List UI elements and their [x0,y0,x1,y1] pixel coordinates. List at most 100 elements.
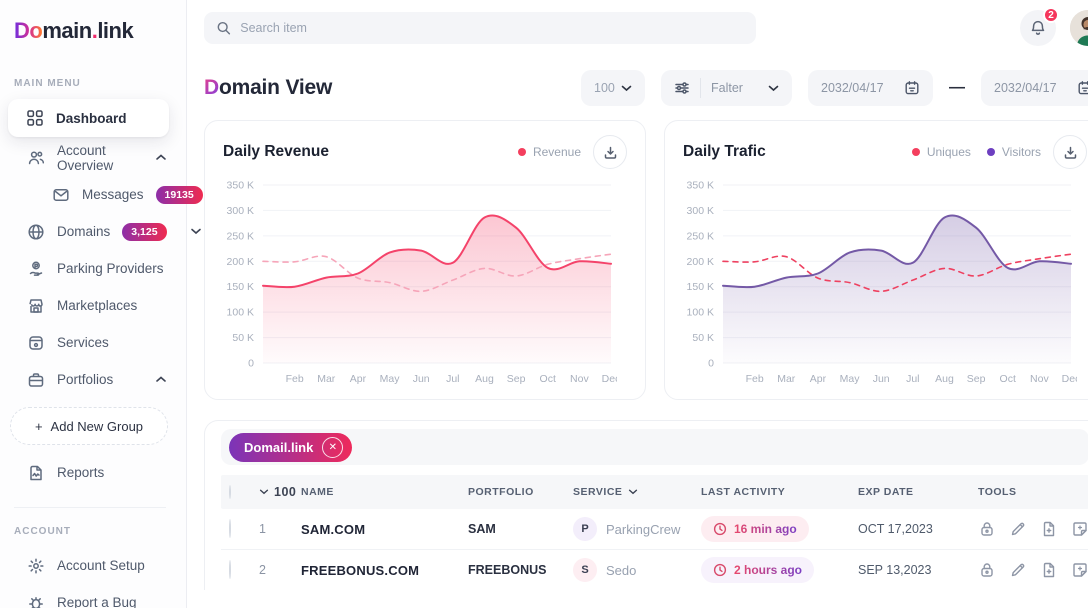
domains-count-badge: 3,125 [122,223,166,241]
row-number: 1 [259,522,301,536]
chevron-up-icon [152,376,170,383]
domain-name: FREEBONUS.COM [301,563,468,578]
date-from-picker[interactable]: 2032/04/17 [808,70,933,106]
select-all-checkbox[interactable] [229,485,231,499]
sidebar-item-label: Marketplaces [57,298,137,313]
svg-text:Sep: Sep [507,373,526,385]
bell-icon [1029,19,1047,37]
main-content: 2 Domain View 100 Falter [187,0,1088,608]
svg-text:Apr: Apr [810,373,827,385]
lock-icon[interactable] [978,561,996,579]
legend-dot [518,148,526,156]
legend-item: Visitors [987,145,1041,159]
lock-icon[interactable] [978,520,996,538]
download-icon [603,145,618,160]
download-button[interactable] [1053,135,1087,169]
briefcase-icon [27,371,45,389]
page-title-text: omain View [219,76,332,99]
sidebar-item-reports[interactable]: Reports [0,454,186,491]
row-tools [978,520,1088,538]
search-bar[interactable] [204,12,756,44]
count-header-label: 100 [274,485,296,499]
notifications-button[interactable]: 2 [1020,10,1056,46]
sidebar-item-domains[interactable]: Domains 3,125 [0,213,186,250]
service-header-label: SERVICE [573,486,622,498]
plus-icon: + [35,419,43,434]
sidebar-item-label: Dashboard [56,111,127,126]
edit-icon[interactable] [1009,520,1027,538]
bug-icon [27,594,45,608]
sidebar-item-account-overview[interactable]: Account Overview [0,139,186,176]
service-initial-badge: P [573,517,597,541]
sidebar-item-parking-providers[interactable]: Parking Providers [0,250,186,287]
last-activity-header: LAST ACTIVITY [701,486,858,498]
service-value: S Sedo [573,558,701,582]
svg-text:50 K: 50 K [232,332,254,344]
brand-logo: Domain.link [0,14,186,44]
svg-text:May: May [840,373,861,385]
row-checkbox[interactable] [229,519,231,538]
sidebar-item-label: Account Overview [57,143,140,173]
table-row[interactable]: 1 SAM.COM SAM P ParkingCrew 16 min ago O… [221,509,1088,550]
mail-icon [52,186,70,204]
service-name: ParkingCrew [606,522,680,537]
portfolio-header: PORTFOLIO [468,486,573,498]
download-button[interactable] [593,135,627,169]
last-activity-text: 2 hours ago [734,563,802,577]
logo-suffix: link [97,18,133,43]
note-add-icon[interactable] [1071,520,1088,538]
file-add-icon[interactable] [1040,520,1058,538]
sidebar-item-portfolios[interactable]: Portfolios [0,361,186,398]
note-add-icon[interactable] [1071,561,1088,579]
calendar-icon [1077,80,1088,96]
svg-text:Mar: Mar [317,373,336,385]
service-header[interactable]: SERVICE [573,486,701,498]
page-size-select[interactable]: 100 [581,70,645,106]
sidebar-item-label: Parking Providers [57,261,164,276]
globe-icon [27,223,45,241]
page-header: Domain View 100 Falter 2032/04/17 — [204,70,1088,106]
grid-icon [26,109,44,127]
parking-icon [27,260,45,278]
row-checkbox[interactable] [229,560,231,579]
filter-select[interactable]: Falter [661,70,792,106]
logo-gradient-text: Do [14,18,42,43]
exp-date-value: OCT 17,2023 [858,522,978,536]
sidebar-item-account-setup[interactable]: Account Setup [0,547,186,584]
svg-text:150 K: 150 K [227,281,254,293]
date-from-value: 2032/04/17 [821,81,884,95]
svg-text:Nov: Nov [570,373,589,385]
svg-text:Jun: Jun [873,373,890,385]
chevron-down-icon [628,489,638,495]
add-new-group-button[interactable]: + Add New Group [10,407,168,445]
svg-text:Mar: Mar [777,373,796,385]
domain-filter-chip[interactable]: Domail.link ✕ [229,433,352,462]
service-name: Sedo [606,563,636,578]
domain-name: SAM.COM [301,522,468,537]
chevron-up-icon [152,154,170,161]
search-input[interactable] [240,21,744,35]
sidebar-item-dashboard[interactable]: Dashboard [8,99,169,137]
exp-date-header: EXP DATE [858,486,978,498]
legend-label: Uniques [927,145,971,159]
count-header[interactable]: 100 [259,485,301,499]
filter-chip-strip: Domail.link ✕ [221,429,1088,465]
chevron-down-icon [259,489,269,495]
row-number: 2 [259,563,301,577]
svg-text:100 K: 100 K [227,307,254,319]
table-row[interactable]: 2 FREEBONUS.COM FREEBONUS S Sedo 2 hours… [221,550,1088,590]
download-icon [1063,145,1078,160]
chip-close-icon[interactable]: ✕ [322,437,343,458]
date-to-picker[interactable]: 2032/04/17 [981,70,1088,106]
sidebar-item-messages[interactable]: Messages 19135 [0,176,186,213]
domains-table-card: Domail.link ✕ 100 NAME PORTFOLIO SERVICE… [204,420,1088,590]
file-add-icon[interactable] [1040,561,1058,579]
sidebar-item-report-bug[interactable]: Report a Bug [0,584,186,608]
edit-icon[interactable] [1009,561,1027,579]
svg-text:250 K: 250 K [687,230,714,242]
avatar[interactable] [1070,10,1088,46]
sidebar-item-label: Services [57,335,109,350]
sidebar-item-services[interactable]: Services [0,324,186,361]
sidebar-item-marketplaces[interactable]: Marketplaces [0,287,186,324]
notification-count-badge: 2 [1043,7,1059,23]
